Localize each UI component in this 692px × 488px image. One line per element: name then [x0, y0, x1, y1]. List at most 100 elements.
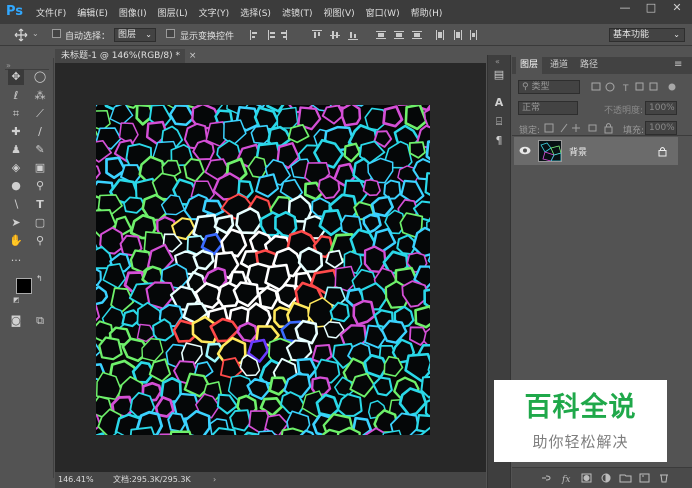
ellipse-marquee-icon[interactable]: ◯: [32, 69, 48, 85]
auto-select-checkbox[interactable]: [52, 29, 61, 38]
layer-filter-dropdown[interactable]: ⚲ 类型: [518, 80, 580, 94]
layer-filter-icons[interactable]: T: [590, 81, 680, 93]
menu-filter[interactable]: 滤镜(T): [282, 6, 313, 19]
watermark-title: 百科全说: [524, 392, 637, 423]
screen-mode-icon[interactable]: ⧉: [32, 313, 48, 329]
document-canvas[interactable]: [96, 105, 430, 435]
lock-options-icons[interactable]: [543, 122, 617, 134]
dodge-icon[interactable]: ⚲: [32, 178, 48, 194]
blend-mode-dropdown[interactable]: 正常: [518, 101, 578, 115]
tab-paths[interactable]: 路径: [576, 57, 602, 74]
glass-cell: [202, 199, 225, 217]
glass-cell: [98, 336, 123, 361]
menu-file[interactable]: 文件(F): [36, 6, 66, 19]
stained-glass-artwork: [96, 105, 430, 435]
glass-cell: [192, 249, 215, 271]
tool-preset-chevron-icon[interactable]: ⌄: [32, 29, 39, 38]
move-tool-icon[interactable]: [14, 28, 28, 42]
quick-select-icon[interactable]: ⁂: [32, 88, 48, 104]
glass-cell: [372, 376, 393, 397]
lasso-icon[interactable]: ℓ: [8, 88, 24, 104]
restore-button[interactable]: □: [638, 0, 664, 18]
eraser-icon[interactable]: ◈: [8, 160, 24, 176]
path-select-icon[interactable]: ➤: [8, 215, 24, 231]
glass-cell: [96, 165, 101, 180]
close-tab-icon[interactable]: ×: [189, 51, 197, 61]
glass-cell: [424, 172, 430, 196]
gradient-icon[interactable]: ▣: [32, 160, 48, 176]
menu-window[interactable]: 窗口(W): [366, 6, 400, 19]
menu-select[interactable]: 选择(S): [240, 6, 271, 19]
quick-mask-icon[interactable]: ◙: [8, 313, 24, 329]
brush-icon[interactable]: ∕: [32, 124, 48, 140]
opacity-input[interactable]: 100%: [645, 101, 677, 115]
glass-cell: [370, 195, 395, 218]
glass-cell: [340, 105, 362, 127]
blur-icon[interactable]: ●: [8, 178, 24, 194]
crop-icon[interactable]: ⌗: [8, 106, 24, 122]
character-styles-icon[interactable]: ⌸: [491, 114, 507, 130]
menu-edit[interactable]: 编辑(E): [77, 6, 108, 19]
tab-layers[interactable]: 图层: [516, 57, 543, 74]
layer-action-icons[interactable]: fx: [540, 472, 690, 484]
history-brush-icon[interactable]: ✎: [32, 142, 48, 158]
auto-select-value: 图层: [118, 30, 137, 40]
chevron-down-icon: ⌄: [145, 30, 152, 39]
glass-cell: [315, 393, 340, 418]
glass-cell: [229, 409, 252, 432]
character-panel-icon[interactable]: A: [491, 95, 507, 111]
paragraph-panel-icon[interactable]: ¶: [491, 133, 507, 149]
search-icon: ⚲: [522, 82, 529, 92]
hand-icon[interactable]: ✋: [8, 233, 24, 249]
default-colors-icon[interactable]: ◩: [13, 296, 20, 304]
glass-cell: [141, 337, 164, 362]
minimize-button[interactable]: —: [612, 0, 638, 18]
layer-filter-value: 类型: [531, 82, 550, 92]
eye-visibility-icon[interactable]: [519, 146, 531, 155]
healing-brush-icon[interactable]: ✚: [8, 124, 24, 140]
auto-select-dropdown[interactable]: 图层 ⌄: [114, 28, 156, 42]
move-tool-icon[interactable]: ✥: [8, 69, 24, 85]
menu-layer[interactable]: 图层(L): [158, 6, 188, 19]
foreground-color-swatch[interactable]: [16, 278, 32, 294]
close-button[interactable]: ✕: [664, 0, 690, 18]
glass-cell: [257, 286, 279, 310]
status-menu-arrow-icon[interactable]: ›: [213, 472, 216, 487]
document-tab[interactable]: 未标题-1 @ 146%(RGB/8) * ×: [55, 49, 196, 64]
menu-type[interactable]: 文字(Y): [199, 6, 230, 19]
eyedropper-icon[interactable]: ⟋: [32, 106, 48, 122]
tab-channels[interactable]: 通道: [546, 57, 572, 74]
layer-row-background[interactable]: 背景: [514, 137, 678, 165]
glass-cell: [362, 213, 382, 234]
glass-cell: [167, 412, 186, 433]
status-bar: 146.41% 文档:295.3K/295.3K ›: [55, 472, 486, 488]
clone-stamp-icon[interactable]: ♟: [8, 142, 24, 158]
glass-cell: [325, 249, 344, 269]
glass-cell: [337, 393, 363, 417]
more-tools-icon[interactable]: ···: [8, 253, 24, 269]
swap-colors-icon[interactable]: ↰: [36, 274, 43, 283]
workspace-dropdown[interactable]: 基本功能 ⌄: [609, 28, 685, 42]
pen-icon[interactable]: ∖: [8, 197, 24, 213]
layer-thumbnail: [538, 140, 562, 162]
layer-name: 背景: [569, 148, 588, 158]
rectangle-icon[interactable]: ▢: [32, 215, 48, 231]
glass-cell: [96, 109, 111, 131]
fill-input[interactable]: 100%: [645, 121, 677, 135]
glass-cell: [148, 358, 172, 383]
panel-menu-icon[interactable]: ≡: [674, 59, 682, 70]
zoom-level[interactable]: 146.41%: [58, 472, 94, 487]
menu-image[interactable]: 图像(I): [119, 6, 147, 19]
dock-expand-icon[interactable]: «: [495, 57, 500, 66]
history-panel-icon[interactable]: ▤: [491, 67, 507, 83]
auto-select-label: 自动选择：: [65, 32, 111, 42]
show-transform-checkbox[interactable]: [166, 29, 175, 38]
document-file-info: 文档:295.3K/295.3K: [113, 475, 191, 484]
document-tab-title: 未标题-1 @ 146%(RGB/8) *: [61, 51, 180, 61]
menu-help[interactable]: 帮助(H): [411, 6, 443, 19]
type-icon[interactable]: T: [32, 197, 48, 213]
zoom-icon[interactable]: ⚲: [32, 233, 48, 249]
glass-cell: [235, 207, 263, 235]
menu-view[interactable]: 视图(V): [323, 6, 354, 19]
layers-divider: [512, 135, 692, 136]
